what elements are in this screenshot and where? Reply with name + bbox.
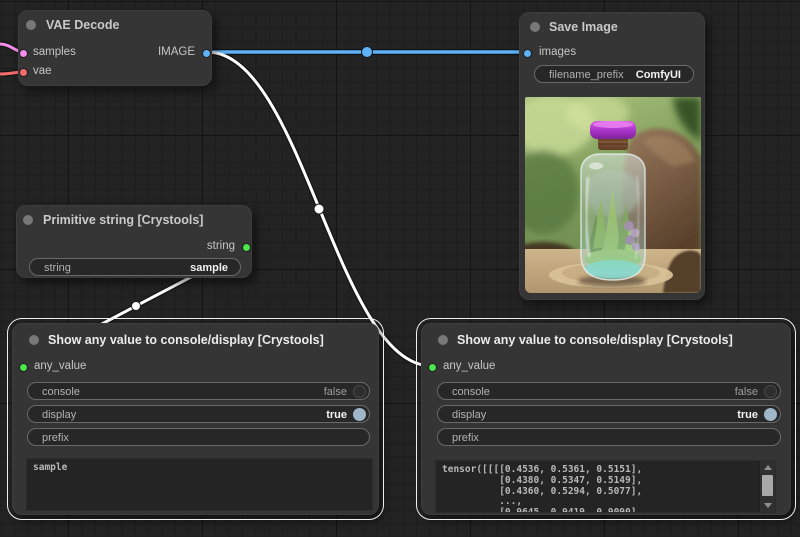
preview-image [525,97,701,293]
scroll-down-arrow-icon[interactable] [764,503,772,508]
link-midpoint-dot-any-left[interactable] [132,302,141,311]
input-slot-images-icon[interactable] [523,49,532,58]
widget-label: console [452,386,490,398]
input-slot-any-value-icon[interactable] [19,363,28,372]
console-output-text: sample [27,459,372,478]
collapse-dot-icon[interactable] [23,215,33,225]
toggle-on-icon[interactable] [353,408,366,421]
toggle-on-icon[interactable] [764,408,777,421]
widget-value: true [326,409,347,421]
node-title: Primitive string [Crystools] [43,213,203,227]
node-title: VAE Decode [46,18,119,32]
widget-value: false [324,386,347,398]
node-show-any-right[interactable]: Show any value to console/display [Cryst… [421,323,791,515]
input-slot-label: images [539,46,576,58]
widget-value: ComfyUI [636,69,681,81]
collapse-dot-icon[interactable] [530,22,540,32]
input-slot-label: samples [33,46,76,58]
output-slot-label: IMAGE [158,46,195,58]
toggle-off-icon[interactable] [764,385,777,398]
link-midpoint-dot-any-right[interactable] [314,204,324,214]
input-slot-samples-icon[interactable] [19,49,28,58]
scroll-up-arrow-icon[interactable] [764,465,772,470]
widget-label: filename_prefix [549,69,624,81]
scrollbar[interactable] [759,461,775,512]
console-output-text: tensor([[[[0.4536, 0.5361, 0.5151], [0.4… [436,461,775,513]
prefix-text-widget[interactable]: prefix [27,428,370,446]
widget-label: display [452,409,486,421]
graph-canvas[interactable]: { "colors": { "canvas_bg": "#232323", "n… [0,0,800,537]
node-title: Show any value to console/display [Cryst… [48,333,324,347]
widget-label: display [42,409,76,421]
widget-value: sample [190,262,228,274]
input-slot-label: any_value [34,360,86,372]
input-slot-label: any_value [443,360,495,372]
node-primitive-string[interactable]: Primitive string [Crystools] string stri… [16,205,252,278]
collapse-dot-icon[interactable] [29,335,39,345]
console-output-area[interactable]: sample [26,458,373,511]
collapse-dot-icon[interactable] [438,335,448,345]
console-toggle-widget[interactable]: console false [27,382,370,400]
node-show-any-left[interactable]: Show any value to console/display [Cryst… [12,323,379,515]
scrollbar-thumb[interactable] [762,475,773,496]
string-widget[interactable]: string sample [29,258,241,276]
input-slot-vae-icon[interactable] [19,68,28,77]
output-slot-string-icon[interactable] [242,243,251,252]
console-output-area[interactable]: tensor([[[[0.4536, 0.5361, 0.5151], [0.4… [435,460,776,513]
output-slot-label: string [207,240,235,252]
node-title: Save Image [549,20,618,34]
output-slot-image-icon[interactable] [202,49,211,58]
node-save-image[interactable]: Save Image images filename_prefix ComfyU… [519,12,705,300]
widget-label: prefix [42,432,69,444]
display-toggle-widget[interactable]: display true [437,405,781,423]
widget-label: string [44,262,71,274]
widget-value: true [737,409,758,421]
prefix-text-widget[interactable]: prefix [437,428,781,446]
widget-label: prefix [452,432,479,444]
collapse-dot-icon[interactable] [26,20,36,30]
widget-value: false [735,386,758,398]
input-slot-any-value-icon[interactable] [428,363,437,372]
console-toggle-widget[interactable]: console false [437,382,781,400]
display-toggle-widget[interactable]: display true [27,405,370,423]
node-vae-decode[interactable]: VAE Decode samples vae IMAGE [18,10,212,86]
toggle-off-icon[interactable] [353,385,366,398]
link-midpoint-dot-image[interactable] [362,47,373,58]
input-slot-label: vae [33,65,52,77]
filename-prefix-widget[interactable]: filename_prefix ComfyUI [534,65,694,83]
widget-label: console [42,386,80,398]
node-title: Show any value to console/display [Cryst… [457,333,733,347]
